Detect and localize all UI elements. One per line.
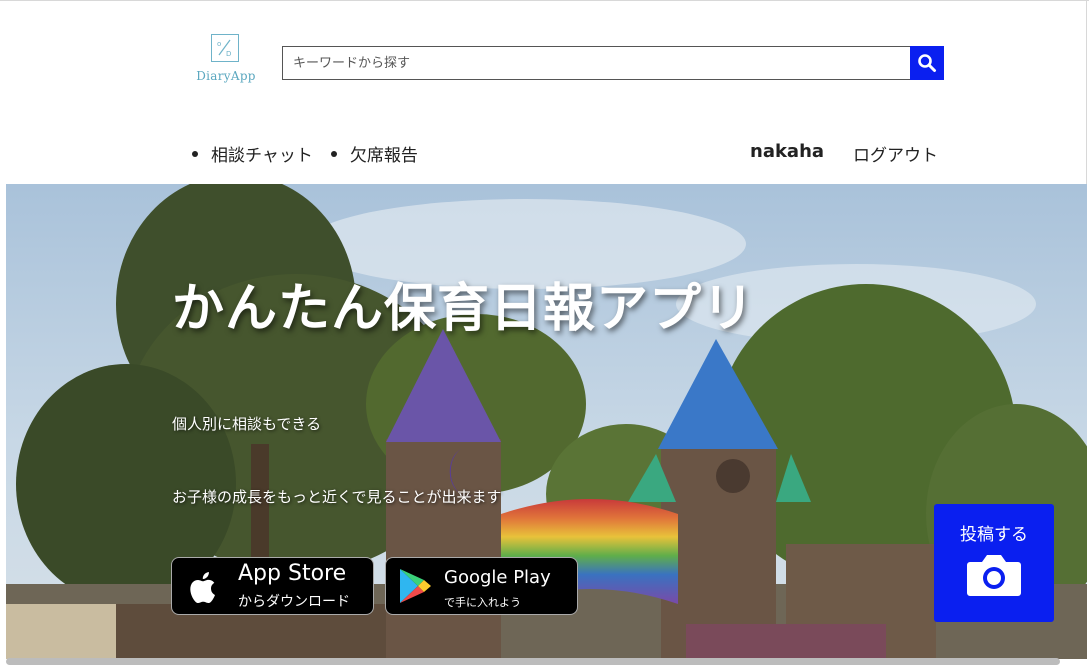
nav-item-absence-report[interactable]: 欠席報告 bbox=[330, 141, 418, 166]
search-button[interactable] bbox=[910, 46, 944, 80]
logout-link[interactable]: ログアウト bbox=[853, 141, 938, 166]
main-nav: 相談チャット 欠席報告 bbox=[192, 141, 418, 166]
horizontal-scrollbar[interactable] bbox=[6, 658, 1060, 665]
post-button[interactable]: 投稿する bbox=[934, 504, 1054, 622]
svg-text:D: D bbox=[226, 50, 231, 58]
app-store-badge-title: App Store bbox=[238, 561, 347, 586]
google-play-badge-title: Google Play bbox=[444, 567, 551, 588]
nav-item-label: 相談チャット bbox=[211, 146, 313, 166]
nav-item-consult-chat[interactable]: 相談チャット bbox=[192, 141, 313, 166]
nav-item-label: 欠席報告 bbox=[349, 146, 418, 166]
diaryapp-logo[interactable]: o D DiaryApp bbox=[193, 32, 259, 90]
google-play-badge[interactable]: Google Play で手に入れよう bbox=[385, 557, 578, 615]
window-top-border bbox=[0, 0, 1089, 1]
hero-tagline-2: お子様の成長をもっと近くで見ることが出来ます bbox=[172, 488, 502, 506]
username[interactable]: nakaha bbox=[750, 141, 824, 162]
logo-text: DiaryApp bbox=[196, 69, 256, 83]
camera-icon bbox=[967, 555, 1021, 596]
bullet-icon bbox=[192, 150, 198, 157]
hero-banner: かんたん保育日報アプリ 個人別に相談もできる お子様の成長をもっと近くで見ること… bbox=[6, 184, 1087, 659]
google-play-badge-subtitle: で手に入れよう bbox=[444, 596, 521, 609]
bullet-icon bbox=[330, 150, 337, 157]
apple-icon bbox=[190, 572, 215, 604]
search-bar bbox=[282, 46, 944, 80]
logo-icon: o D bbox=[211, 34, 239, 62]
svg-text:o: o bbox=[217, 40, 221, 48]
google-play-icon bbox=[400, 569, 431, 603]
window-right-border bbox=[1086, 0, 1087, 184]
hero-title: かんたん保育日報アプリ bbox=[172, 279, 756, 339]
post-button-label: 投稿する bbox=[960, 525, 1028, 545]
search-input[interactable] bbox=[282, 46, 910, 80]
hero-tagline-1: 個人別に相談もできる bbox=[172, 415, 322, 433]
app-store-badge-subtitle: からダウンロード bbox=[238, 594, 350, 610]
search-icon bbox=[918, 54, 936, 72]
app-store-badge[interactable]: App Store からダウンロード bbox=[171, 557, 374, 615]
